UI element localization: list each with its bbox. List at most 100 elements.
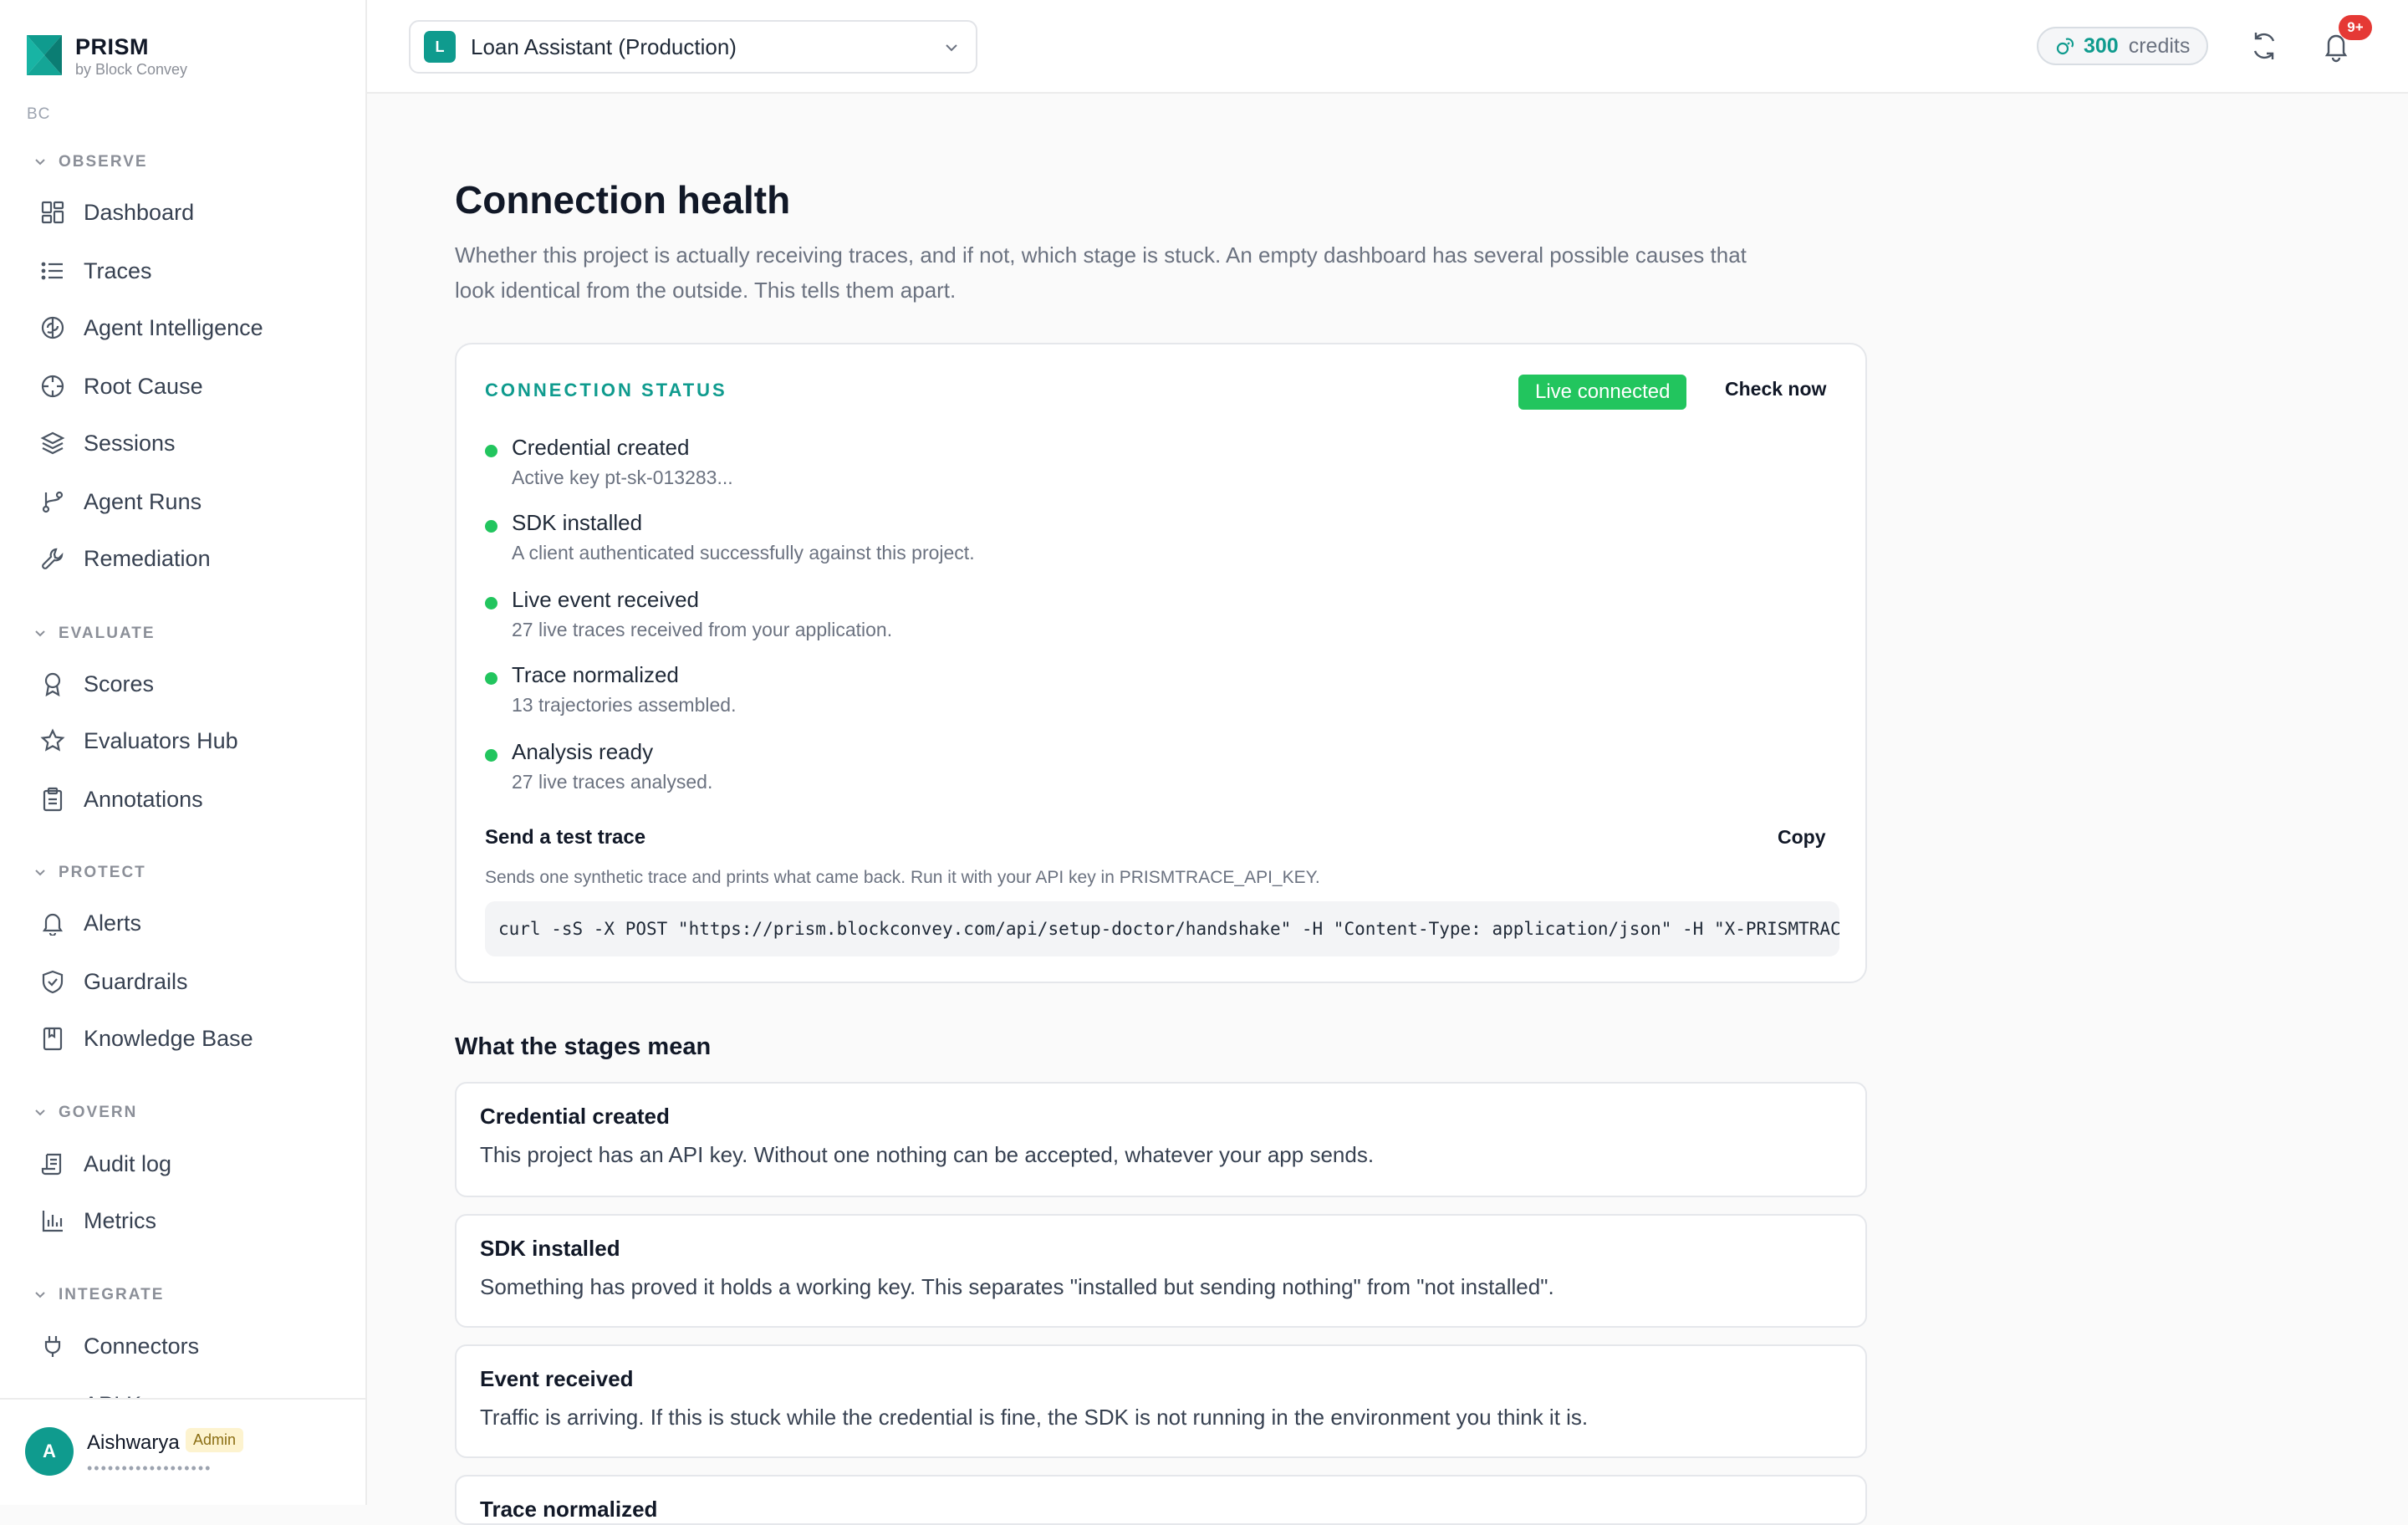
explanation-title: Credential created (480, 1104, 670, 1129)
explanation-title: Trace normalized (480, 1497, 658, 1522)
stage-title: Live event received (512, 587, 700, 612)
stage-detail: 27 live traces received from your applic… (512, 619, 893, 640)
test-trace-title: Send a test trace (485, 826, 646, 849)
section-label: EVALUATE (59, 625, 156, 642)
sidebar-item-label: Connectors (84, 1333, 200, 1359)
section-label: INTEGRATE (59, 1286, 165, 1303)
list-icon (38, 257, 67, 285)
book-icon (38, 1024, 67, 1053)
status-dot (485, 597, 497, 609)
stage-explanation-card: SDK installed Something has proved it ho… (455, 1214, 1867, 1328)
stage-explanation-card: Event received Traffic is arriving. If t… (455, 1344, 1867, 1458)
sidebar-item-scores[interactable]: Scores (38, 660, 154, 707)
sidebar-item-label: Metrics (84, 1207, 156, 1233)
status-dot (485, 520, 497, 533)
sidebar-item-remediation[interactable]: Remediation (38, 535, 211, 582)
brand[interactable]: PRISM by Block Convey (25, 33, 187, 79)
credits-value: 300 (2084, 33, 2119, 58)
brand-subtitle: by Block Convey (75, 61, 188, 78)
credits-label: credits (2128, 33, 2191, 58)
explanation-title: SDK installed (480, 1236, 620, 1261)
section-integrate[interactable]: INTEGRATE (33, 1286, 164, 1304)
sidebar-item-label: Scores (84, 671, 155, 696)
explanation-text: Traffic is arriving. If this is stuck wh… (480, 1405, 1589, 1430)
project-selector[interactable]: L Loan Assistant (Production) (409, 20, 977, 74)
chevron-down-icon (33, 866, 59, 880)
sidebar-item-sessions[interactable]: Sessions (38, 420, 176, 467)
brain-icon (38, 314, 67, 342)
scroll-icon (38, 1150, 67, 1178)
chevron-down-icon (33, 1106, 59, 1120)
dashboard-icon (38, 198, 67, 227)
chevron-down-icon (33, 1288, 59, 1302)
avatar: A (25, 1427, 74, 1476)
chevron-down-icon (942, 38, 961, 57)
chevron-down-icon (33, 627, 59, 640)
explanation-text: Something has proved it holds a working … (480, 1274, 1554, 1299)
sidebar-item-label: Alerts (84, 910, 142, 936)
explanation-text: This project has an API key. Without one… (480, 1142, 1375, 1167)
award-icon (38, 670, 67, 698)
section-label: OBSERVE (59, 153, 148, 171)
sidebar-item-guardrails[interactable]: Guardrails (38, 958, 188, 1005)
sidebar-item-connectors[interactable]: Connectors (38, 1323, 199, 1369)
copy-button[interactable]: Copy (1778, 826, 1826, 849)
user-name: Aishwarya (87, 1431, 180, 1454)
sidebar-item-label: Knowledge Base (84, 1025, 253, 1051)
sidebar-item-knowledge-base[interactable]: Knowledge Base (38, 1015, 253, 1062)
sidebar-item-label: Remediation (84, 545, 211, 571)
status-dot (485, 672, 497, 685)
sidebar-item-alerts[interactable]: Alerts (38, 900, 141, 946)
sidebar-item-label: Dashboard (84, 199, 195, 225)
sidebar-item-dashboard[interactable]: Dashboard (38, 189, 194, 236)
sidebar-item-annotations[interactable]: Annotations (38, 776, 203, 823)
masked-email: •••••••••••••••••• (87, 1460, 212, 1477)
test-trace-command[interactable]: curl -sS -X POST "https://prism.blockcon… (485, 901, 1839, 956)
stage-title: Credential created (512, 435, 690, 460)
section-govern[interactable]: GOVERN (33, 1104, 137, 1122)
test-trace-description: Sends one synthetic trace and prints wha… (485, 868, 1320, 887)
user-profile[interactable]: A Aishwarya Admin •••••••••••••••••• (0, 1398, 365, 1505)
bell-icon (38, 909, 67, 937)
section-evaluate[interactable]: EVALUATE (33, 625, 156, 643)
stage-detail: 27 live traces analysed. (512, 771, 713, 793)
sidebar-item-audit-log[interactable]: Audit log (38, 1140, 171, 1187)
sidebar-item-agent-runs[interactable]: Agent Runs (38, 478, 202, 525)
page-description: Whether this project is actually receivi… (455, 242, 1747, 303)
stage-detail: A client authenticated successfully agai… (512, 542, 975, 564)
sidebar-item-label: Agent Runs (84, 488, 202, 514)
sidebar-item-evaluators-hub[interactable]: Evaluators Hub (38, 717, 238, 764)
sidebar-item-label: Audit log (84, 1150, 172, 1176)
refresh-icon[interactable] (2250, 28, 2278, 64)
connection-status-card: CONNECTION STATUS Live connected Check n… (455, 343, 1867, 983)
sidebar-item-label: Evaluators Hub (84, 727, 238, 753)
page-title: Connection health (455, 178, 791, 222)
section-label: GOVERN (59, 1104, 138, 1121)
sidebar-item-metrics[interactable]: Metrics (38, 1197, 156, 1244)
credits-pill[interactable]: 300 credits (2037, 27, 2209, 65)
status-dot (485, 749, 497, 762)
coins-icon (2055, 36, 2075, 56)
workspace-initials: BC (27, 105, 51, 123)
role-badge: Admin (186, 1428, 244, 1452)
check-now-button[interactable]: Check now (1725, 378, 1826, 400)
section-label: PROTECT (59, 864, 146, 881)
shield-icon (38, 967, 67, 996)
stage-detail: 13 trajectories assembled. (512, 694, 737, 716)
brand-name: PRISM (75, 34, 150, 59)
stage-title: SDK installed (512, 510, 643, 535)
prism-logo-icon (25, 33, 64, 77)
stage-title: Analysis ready (512, 739, 654, 764)
section-protect[interactable]: PROTECT (33, 864, 146, 882)
sidebar: PRISM by Block Convey BC OBSERVE Dashboa… (0, 0, 367, 1505)
sidebar-item-traces[interactable]: Traces (38, 247, 152, 294)
sidebar-item-root-cause[interactable]: Root Cause (38, 363, 203, 410)
sidebar-item-agent-intelligence[interactable]: Agent Intelligence (38, 304, 263, 351)
sidebar-item-label: Guardrails (84, 968, 188, 994)
star-icon (38, 727, 67, 755)
status-dot (485, 445, 497, 457)
topbar: L Loan Assistant (Production) 300 credit… (367, 0, 2408, 94)
section-observe[interactable]: OBSERVE (33, 153, 148, 171)
project-name: Loan Assistant (Production) (471, 33, 737, 59)
branch-icon (38, 487, 67, 516)
